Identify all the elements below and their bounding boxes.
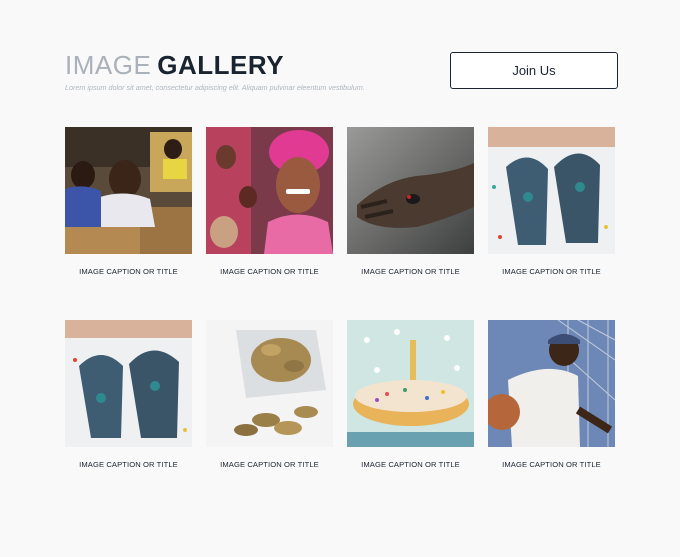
join-us-button[interactable]: Join Us [450, 52, 618, 89]
image-caption: IMAGE CAPTION OR TITLE [79, 267, 178, 276]
image-caption: IMAGE CAPTION OR TITLE [502, 267, 601, 276]
gallery-image-hand-with-beetle[interactable] [347, 127, 474, 254]
gallery-image-girl-festival[interactable] [206, 127, 333, 254]
gallery-card[interactable]: IMAGE CAPTION OR TITLE [488, 320, 615, 469]
gallery-image-painted-hands[interactable] [488, 127, 615, 254]
image-caption: IMAGE CAPTION OR TITLE [502, 460, 601, 469]
page-title: IMAGE GALLERY [65, 50, 284, 80]
page-subtitle: Lorem ipsum dolor sit amet, consectetur … [65, 83, 365, 92]
gallery-image-children-classroom[interactable] [65, 127, 192, 254]
gallery-card[interactable]: IMAGE CAPTION OR TITLE [206, 320, 333, 469]
gallery-image-coin-jar[interactable] [206, 320, 333, 447]
title-light: IMAGE [65, 50, 152, 80]
gallery-image-painted-hands-2[interactable] [65, 320, 192, 447]
image-caption: IMAGE CAPTION OR TITLE [79, 460, 178, 469]
image-caption: IMAGE CAPTION OR TITLE [361, 460, 460, 469]
gallery-header: IMAGE GALLERY Lorem ipsum dolor sit amet,… [65, 50, 620, 95]
gallery-card[interactable]: IMAGE CAPTION OR TITLE [488, 127, 615, 276]
title-bold: GALLERY [157, 50, 285, 80]
gallery-card[interactable]: IMAGE CAPTION OR TITLE [347, 127, 474, 276]
gallery-image-donut-candle[interactable] [347, 320, 474, 447]
gallery-card[interactable]: IMAGE CAPTION OR TITLE [206, 127, 333, 276]
image-caption: IMAGE CAPTION OR TITLE [220, 267, 319, 276]
gallery-card[interactable]: IMAGE CAPTION OR TITLE [65, 127, 192, 276]
image-caption: IMAGE CAPTION OR TITLE [361, 267, 460, 276]
gallery-image-basketball-player[interactable] [488, 320, 615, 447]
gallery-card[interactable]: IMAGE CAPTION OR TITLE [65, 320, 192, 469]
gallery-card[interactable]: IMAGE CAPTION OR TITLE [347, 320, 474, 469]
image-caption: IMAGE CAPTION OR TITLE [220, 460, 319, 469]
image-gallery-grid: IMAGE CAPTION OR TITLE IMAGE CAPTION OR … [65, 127, 617, 472]
